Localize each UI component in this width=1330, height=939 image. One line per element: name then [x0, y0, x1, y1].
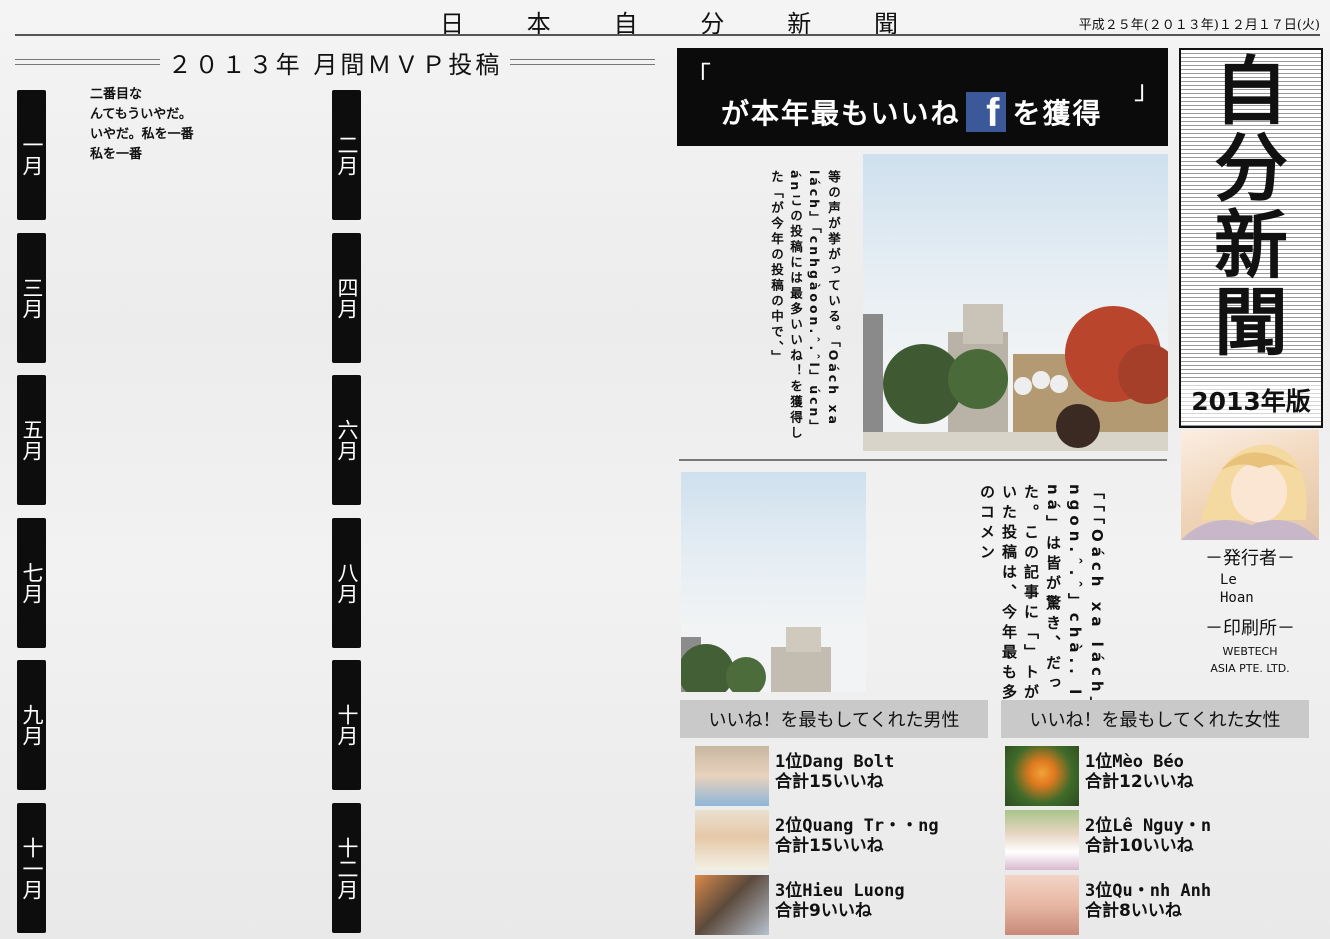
masthead-title: 日 本 自 分 新 聞: [440, 4, 900, 38]
masthead-char: 日: [440, 10, 466, 38]
month-tab-april[interactable]: 四月: [332, 233, 361, 363]
article-body-top: 等の声が挙がっている。「Oách xa lách」「cnhgàoon.ˆ.ˆl」…: [769, 170, 841, 442]
title-rule-left: [15, 59, 160, 65]
printer-label: －印刷所－: [1205, 618, 1295, 639]
female-rank-1[interactable]: 1位Mèo Béo 合計12いいね: [1005, 746, 1305, 806]
post-line: んてもういやだ。: [90, 107, 192, 122]
article-divider: [679, 459, 1167, 461]
month-tab-december[interactable]: 十二月: [332, 803, 361, 933]
month-tab-august[interactable]: 八月: [332, 518, 361, 648]
user-photo: [1005, 810, 1079, 870]
photo-scene: [863, 304, 1168, 451]
headline-banner: 「 」 が本年最もいいね f を獲得: [677, 48, 1168, 146]
user-photo: [1005, 875, 1079, 935]
avatar-illustration: [1181, 444, 1319, 540]
mvp-title-text: ２０１３年 月間ＭＶＰ投稿: [167, 50, 503, 79]
month-label: 十一月: [20, 836, 44, 900]
issue-date: 平成２５年(２０１３年)１２月１７日(火): [1078, 18, 1320, 33]
male-rank-2[interactable]: 2位Quang Tr・・ng 合計15いいね: [695, 810, 995, 870]
masthead-char: 聞: [873, 10, 900, 38]
newspaper-logo: 自分新聞 2013年版: [1179, 48, 1323, 428]
masthead-char: 新: [787, 10, 814, 38]
month-label: 七月: [20, 562, 44, 604]
photo-scene: [681, 627, 831, 692]
like-total: 合計15いいね: [775, 836, 884, 856]
article-photo-bottom: [681, 472, 866, 692]
publisher-name-line: Hoan: [1220, 590, 1254, 606]
month-label: 九月: [20, 704, 44, 746]
headline-text: が本年最もいいね f を獲得: [721, 91, 1103, 135]
month-label: 二月: [335, 134, 359, 176]
january-post-text: 二番目な んてもういやだ。 いやだ。私を一番 私を一番: [90, 85, 290, 165]
month-label: 八月: [335, 562, 359, 604]
headline-part: が本年最もいいね: [721, 97, 961, 130]
female-rank-2[interactable]: 2位Lê Nguy・n 合計10いいね: [1005, 810, 1305, 870]
like-total: 合計12いいね: [1085, 772, 1194, 792]
user-photo: [695, 810, 769, 870]
female-rank-3[interactable]: 3位Qu・nh Anh 合計8いいね: [1005, 875, 1305, 935]
month-tab-february[interactable]: 二月: [332, 90, 361, 220]
month-label: 四月: [335, 277, 359, 319]
male-rank-1[interactable]: 1位Dang Bolt 合計15いいね: [695, 746, 995, 806]
article-body-bottom: 「「「Oách xa lách」ngon.ˆ.ˆ」chà.. lúc ná」は皆…: [978, 484, 1106, 729]
female-ranking-heading: いいね！を最もしてくれた女性: [1001, 700, 1309, 738]
facebook-letter: f: [986, 91, 1002, 135]
facebook-icon: f: [966, 91, 1007, 135]
close-quote: 」: [1133, 76, 1160, 106]
month-tab-july[interactable]: 七月: [17, 518, 46, 648]
like-total: 合計10いいね: [1085, 836, 1194, 856]
headline-part: を獲得: [1012, 97, 1103, 130]
post-line: 私を一番: [90, 147, 143, 162]
printer-name: WEBTECH ASIA PTE. LTD.: [1182, 643, 1318, 677]
masthead-char: 分: [700, 10, 727, 38]
edition-label: 2013年版: [1181, 382, 1321, 418]
masthead-char: 本: [526, 10, 553, 38]
month-label: 十二月: [335, 836, 359, 900]
month-tab-october[interactable]: 十月: [332, 660, 361, 790]
like-total: 合計8いいね: [1085, 901, 1182, 921]
printer-name-line: ASIA PTE. LTD.: [1210, 662, 1290, 675]
logo-title: 自分新聞: [1214, 49, 1288, 366]
month-label: 六月: [335, 419, 359, 461]
like-total: 合計15いいね: [775, 772, 884, 792]
publisher-label: －発行者－: [1205, 548, 1295, 569]
publisher-name-line: Le: [1220, 572, 1237, 588]
publisher-name: Le Hoan: [1220, 571, 1254, 607]
month-tab-may[interactable]: 五月: [17, 375, 46, 505]
month-label: 一月: [20, 134, 44, 176]
user-photo: [695, 746, 769, 806]
post-line: いやだ。私を一番: [90, 127, 194, 142]
month-tab-january[interactable]: 一月: [17, 90, 46, 220]
masthead-char: 自: [613, 10, 640, 38]
post-line: 二番目な: [90, 87, 143, 102]
mvp-section-title: ２０１３年 月間ＭＶＰ投稿: [15, 44, 656, 80]
printer-name-line: WEBTECH: [1222, 645, 1278, 658]
open-quote: 「: [685, 62, 712, 92]
like-total: 合計9いいね: [775, 901, 872, 921]
title-rule-right: [510, 59, 656, 65]
header-divider: [15, 34, 1320, 36]
user-photo: [1005, 746, 1079, 806]
article-photo-top: [863, 154, 1168, 451]
month-label: 十月: [335, 704, 359, 746]
user-photo: [695, 875, 769, 935]
month-label: 五月: [20, 419, 44, 461]
month-tab-june[interactable]: 六月: [332, 375, 361, 505]
male-rank-3[interactable]: 3位Hieu Luong 合計9いいね: [695, 875, 995, 935]
month-tab-march[interactable]: 三月: [17, 233, 46, 363]
male-ranking-heading: いいね！を最もしてくれた男性: [680, 700, 988, 738]
month-tab-september[interactable]: 九月: [17, 660, 46, 790]
month-label: 三月: [20, 277, 44, 319]
publisher-avatar: [1181, 430, 1319, 540]
month-tab-november[interactable]: 十一月: [17, 803, 46, 933]
